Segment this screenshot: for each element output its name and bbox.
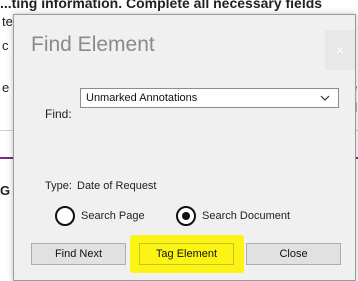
background-rule <box>0 157 14 159</box>
find-dropdown-value: Unmarked Annotations <box>86 92 198 104</box>
type-value: Date of Request <box>77 180 157 192</box>
find-next-button[interactable]: Find Next <box>31 243 126 265</box>
find-label: Find: <box>45 107 72 121</box>
search-document-label: Search Document <box>202 210 291 222</box>
search-page-radio[interactable]: Search Page <box>55 206 145 226</box>
background-fragment: e <box>2 80 10 95</box>
background-fragment: te <box>2 14 13 29</box>
background-fragment: G <box>0 183 11 198</box>
find-element-dialog: Find Element × Find: Unmarked Annotation… <box>13 14 356 281</box>
close-icon[interactable]: × <box>325 30 355 70</box>
radio-circle-icon <box>55 206 75 226</box>
find-dropdown[interactable]: Unmarked Annotations <box>80 88 339 108</box>
radio-circle-checked-icon <box>176 206 196 226</box>
background-rule <box>0 130 14 131</box>
tag-element-button[interactable]: Tag Element <box>139 243 234 265</box>
search-page-label: Search Page <box>81 210 145 222</box>
background-fragment: c <box>2 38 9 53</box>
background-text: ...ting information. Complete all necess… <box>0 0 323 11</box>
chevron-down-icon <box>320 95 330 101</box>
close-button[interactable]: Close <box>246 243 341 265</box>
dialog-title: Find Element <box>31 33 155 56</box>
type-label: Type: <box>45 180 72 192</box>
search-document-radio[interactable]: Search Document <box>176 206 290 226</box>
